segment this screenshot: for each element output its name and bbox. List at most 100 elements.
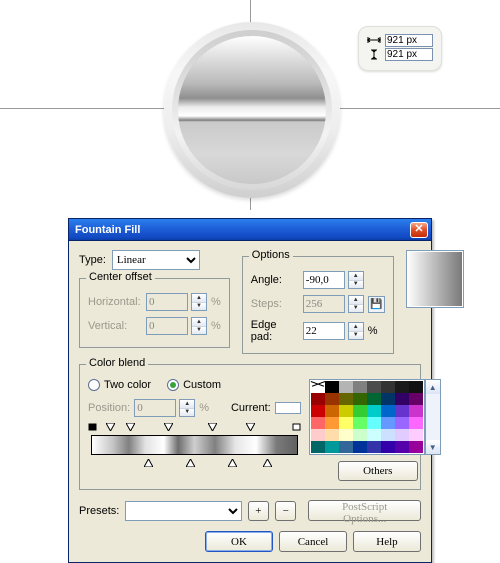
grad-marker[interactable] xyxy=(208,423,217,431)
palette-swatch[interactable] xyxy=(353,381,367,393)
grad-marker[interactable] xyxy=(246,423,255,431)
width-field[interactable] xyxy=(385,34,433,47)
steps-spin: ▲▼ xyxy=(348,295,364,313)
grad-marker[interactable] xyxy=(126,423,135,431)
center-offset-legend: Center offset xyxy=(86,271,155,283)
palette-swatch[interactable] xyxy=(367,393,381,405)
palette-swatch[interactable] xyxy=(325,393,339,405)
palette-swatch[interactable] xyxy=(367,417,381,429)
palette-swatch[interactable] xyxy=(395,381,409,393)
palette-swatch[interactable] xyxy=(367,441,381,453)
steps-label: Steps: xyxy=(251,298,299,310)
palette-swatch[interactable] xyxy=(409,417,423,429)
palette-swatch[interactable] xyxy=(353,429,367,441)
dialog-title: Fountain Fill xyxy=(75,224,140,236)
remove-preset-button[interactable]: − xyxy=(275,501,296,521)
palette-swatch[interactable] xyxy=(395,441,409,453)
help-button[interactable]: Help xyxy=(353,531,421,552)
palette-swatch[interactable] xyxy=(311,381,325,393)
edgepad-input[interactable] xyxy=(303,322,345,340)
postscript-button: PostScript Options... xyxy=(308,500,421,521)
palette-swatch[interactable] xyxy=(353,393,367,405)
pct-label-4: % xyxy=(199,402,209,414)
grad-marker[interactable] xyxy=(263,459,272,467)
palette-swatch[interactable] xyxy=(367,429,381,441)
palette-swatch[interactable] xyxy=(409,441,423,453)
palette-swatch[interactable] xyxy=(395,405,409,417)
palette-swatch[interactable] xyxy=(353,405,367,417)
palette-swatch[interactable] xyxy=(395,429,409,441)
cancel-button[interactable]: Cancel xyxy=(279,531,347,552)
palette-swatch[interactable] xyxy=(325,405,339,417)
palette-swatch[interactable] xyxy=(325,441,339,453)
palette-swatch[interactable] xyxy=(325,417,339,429)
palette-swatch[interactable] xyxy=(311,417,325,429)
dialog-titlebar[interactable]: Fountain Fill ✕ xyxy=(69,219,431,241)
close-icon[interactable]: ✕ xyxy=(410,222,428,238)
palette-swatch[interactable] xyxy=(409,429,423,441)
grad-marker-end[interactable] xyxy=(292,423,301,431)
pct-label: % xyxy=(211,296,221,308)
type-select[interactable]: Linear xyxy=(112,250,200,270)
palette-swatch[interactable] xyxy=(353,417,367,429)
position-input xyxy=(134,399,176,417)
custom-radio[interactable]: Custom xyxy=(167,379,221,391)
palette-swatch[interactable] xyxy=(367,381,381,393)
type-label: Type: xyxy=(79,254,106,266)
palette-swatch[interactable] xyxy=(409,405,423,417)
palette-swatch[interactable] xyxy=(381,405,395,417)
palette-swatch[interactable] xyxy=(339,429,353,441)
ok-button[interactable]: OK xyxy=(205,531,273,552)
presets-select[interactable] xyxy=(125,501,241,521)
palette-swatch[interactable] xyxy=(325,429,339,441)
grad-marker[interactable] xyxy=(228,459,237,467)
palette-swatch[interactable] xyxy=(409,393,423,405)
edgepad-spin[interactable]: ▲▼ xyxy=(348,322,364,340)
scroll-down-icon[interactable]: ▼ xyxy=(426,440,440,454)
palette-swatch[interactable] xyxy=(395,393,409,405)
others-button[interactable]: Others xyxy=(338,461,418,481)
palette-swatch[interactable] xyxy=(325,381,339,393)
angle-input[interactable] xyxy=(303,271,345,289)
grad-marker[interactable] xyxy=(106,423,115,431)
object-disc[interactable] xyxy=(178,36,326,184)
palette-swatch[interactable] xyxy=(339,417,353,429)
add-preset-button[interactable]: + xyxy=(248,501,269,521)
palette-swatch[interactable] xyxy=(339,381,353,393)
height-field[interactable] xyxy=(385,48,433,61)
palette-swatch[interactable] xyxy=(311,429,325,441)
horizontal-input xyxy=(146,293,188,311)
scroll-up-icon[interactable]: ▲ xyxy=(426,380,440,394)
palette-swatch[interactable] xyxy=(381,381,395,393)
palette-swatch[interactable] xyxy=(311,405,325,417)
dimension-tooltip xyxy=(358,26,442,71)
grad-marker[interactable] xyxy=(186,459,195,467)
angle-spin[interactable]: ▲▼ xyxy=(348,271,364,289)
palette-swatch[interactable] xyxy=(381,417,395,429)
palette-swatch[interactable] xyxy=(395,417,409,429)
palette-swatch[interactable] xyxy=(339,441,353,453)
presets-label: Presets: xyxy=(79,505,119,517)
two-color-radio[interactable]: Two color xyxy=(88,379,151,391)
palette-scrollbar[interactable]: ▲ ▼ xyxy=(425,379,441,455)
palette-swatch[interactable] xyxy=(339,405,353,417)
edgepad-label: Edge pad: xyxy=(251,319,299,343)
palette-swatch[interactable] xyxy=(381,393,395,405)
color-palette[interactable] xyxy=(309,379,425,455)
grad-marker-start[interactable] xyxy=(88,423,97,431)
palette-swatch[interactable] xyxy=(367,405,381,417)
palette-swatch[interactable] xyxy=(381,429,395,441)
position-label: Position: xyxy=(88,402,130,414)
current-label: Current: xyxy=(231,402,271,414)
palette-swatch[interactable] xyxy=(311,393,325,405)
palette-swatch[interactable] xyxy=(409,381,423,393)
grad-marker[interactable] xyxy=(164,423,173,431)
palette-swatch[interactable] xyxy=(353,441,367,453)
current-swatch[interactable] xyxy=(275,402,301,414)
gradient-bar[interactable] xyxy=(91,435,298,455)
palette-swatch[interactable] xyxy=(381,441,395,453)
grad-marker[interactable] xyxy=(144,459,153,467)
palette-swatch[interactable] xyxy=(339,393,353,405)
lock-icon[interactable]: 💾 xyxy=(368,296,385,313)
palette-swatch[interactable] xyxy=(311,441,325,453)
